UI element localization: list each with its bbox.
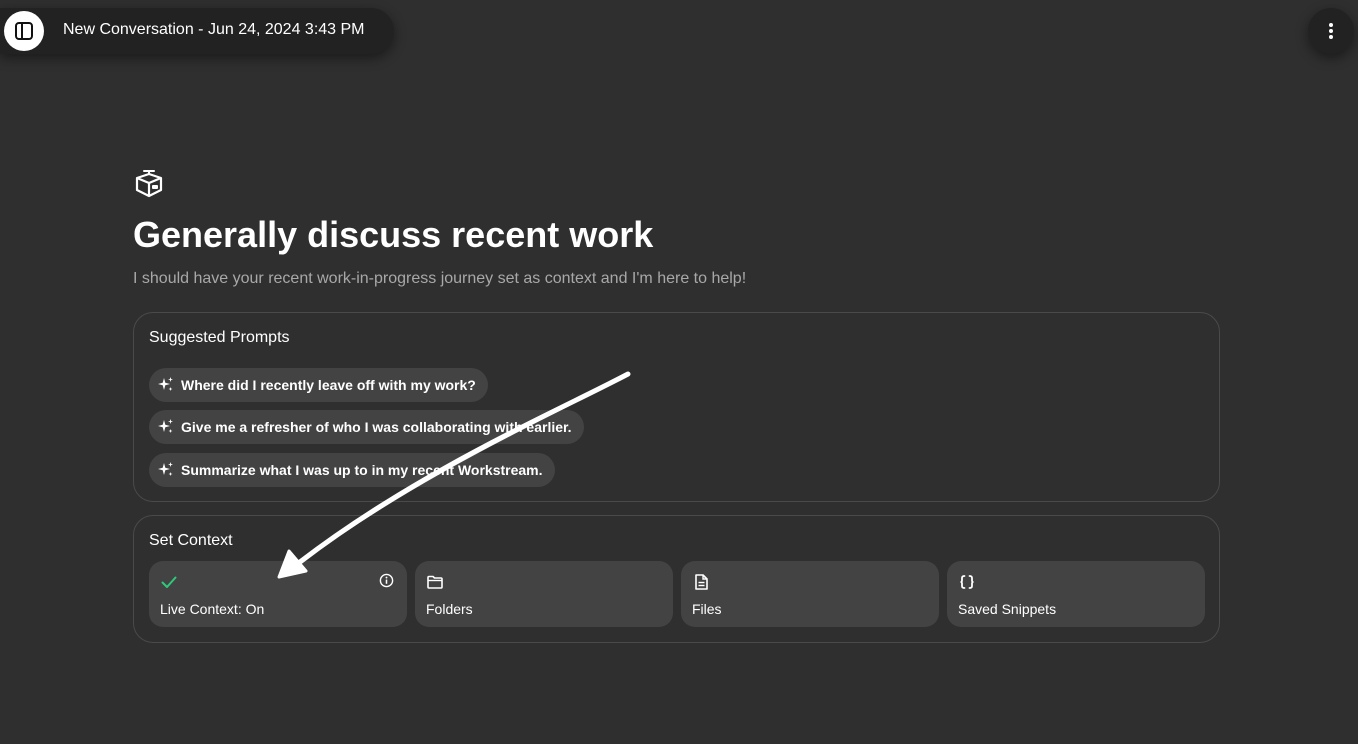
conversation-header: New Conversation - Jun 24, 2024 3:43 PM [0,8,394,54]
set-context-card: Set Context Live Context: On Folders Fil… [133,515,1220,643]
sparkle-icon [158,462,173,476]
suggested-prompt-chip[interactable]: Give me a refresher of who I was collabo… [149,410,584,444]
files-button[interactable]: Files [681,561,939,627]
more-options-button[interactable] [1308,8,1354,54]
set-context-heading: Set Context [149,532,233,549]
page-title: Generally discuss recent work [133,214,654,255]
suggested-prompts-card: Suggested Prompts Where did I recently l… [133,312,1220,502]
sparkle-icon [158,419,173,433]
live-context-label: Live Context: On [160,601,265,617]
conversation-title[interactable]: New Conversation - Jun 24, 2024 3:43 PM [63,21,365,39]
box-bot-icon [135,170,163,198]
file-icon [695,574,708,590]
saved-snippets-button[interactable]: Saved Snippets [947,561,1205,627]
suggested-prompts-heading: Suggested Prompts [149,329,290,346]
code-braces-icon [960,575,974,589]
check-icon [161,576,177,588]
saved-snippets-label: Saved Snippets [958,601,1057,617]
suggested-prompt-label: Where did I recently leave off with my w… [181,377,476,393]
info-icon[interactable] [379,573,394,588]
suggested-prompt-chip[interactable]: Where did I recently leave off with my w… [149,368,488,402]
sparkle-icon [158,377,173,391]
more-vertical-icon [1329,23,1333,39]
sidebar-toggle-button[interactable] [4,11,44,51]
suggested-prompt-label: Summarize what I was up to in my recent … [181,462,543,478]
live-context-toggle[interactable]: Live Context: On [149,561,407,627]
folders-button[interactable]: Folders [415,561,673,627]
folder-icon [427,575,443,589]
suggested-prompt-label: Give me a refresher of who I was collabo… [181,419,572,435]
suggested-prompt-chip[interactable]: Summarize what I was up to in my recent … [149,453,555,487]
page-subtitle: I should have your recent work-in-progre… [133,270,747,287]
files-label: Files [692,601,722,617]
folders-label: Folders [426,601,473,617]
sidebar-panel-icon [15,22,33,40]
